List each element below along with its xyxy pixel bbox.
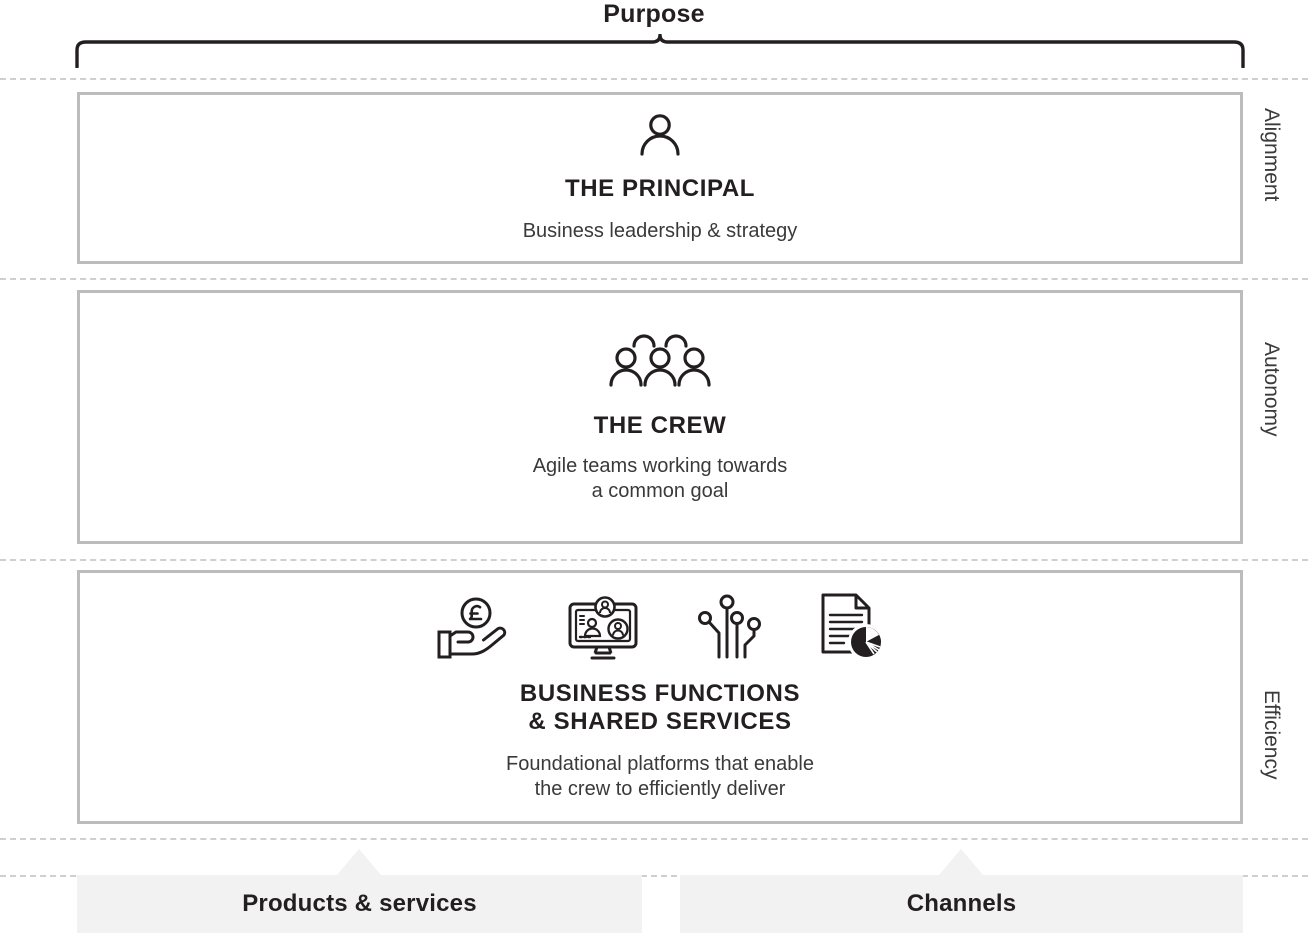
- side-label-alignment-text: Alignment: [1260, 108, 1283, 202]
- layer-business-functions-description-line2: the crew to efficiently deliver: [534, 778, 786, 801]
- layer-crew-title: THE CREW: [593, 411, 727, 439]
- layer-crew-description-line2: a common goal: [591, 480, 729, 503]
- purpose-brace: [70, 34, 1250, 68]
- side-label-efficiency-text: Efficiency: [1260, 690, 1283, 780]
- footer-box-products-services[interactable]: Products & services: [77, 875, 642, 933]
- layer-business-functions-description-line1: Foundational platforms that enable: [506, 753, 814, 776]
- business-functions-icon-row: [436, 592, 885, 660]
- layer-business-functions[interactable]: BUSINESS FUNCTIONS & SHARED SERVICES Fou…: [77, 570, 1243, 824]
- footer-box-channels-label: Channels: [906, 890, 1017, 917]
- arrow-up-channels: [939, 849, 983, 875]
- layer-principal-title: THE PRINCIPAL: [564, 174, 756, 202]
- circuit-board-icon: [696, 594, 762, 660]
- hand-with-pound-coin-icon: [436, 596, 510, 660]
- person-icon: [634, 112, 686, 158]
- people-group-icon: [608, 330, 712, 388]
- side-label-autonomy-text: Autonomy: [1260, 342, 1283, 437]
- divider-dashed-top: [0, 78, 1308, 80]
- divider-dashed-efficiency-bottom: [0, 838, 1308, 840]
- layer-principal-description: Business leadership & strategy: [522, 220, 798, 243]
- layer-business-functions-title-line2: & SHARED SERVICES: [528, 708, 792, 735]
- layer-crew-description: Agile teams working towards a common goa…: [533, 454, 788, 504]
- diagram-canvas: Purpose THE PRINCIPAL Business leadershi…: [0, 0, 1308, 933]
- layer-business-functions-description: Foundational platforms that enable the c…: [506, 752, 814, 802]
- footer-box-products-services-label: Products & services: [242, 890, 477, 917]
- monitor-video-conference-icon: [567, 595, 639, 660]
- footer-box-channels[interactable]: Channels: [680, 875, 1243, 933]
- page-title: Purpose: [603, 0, 705, 28]
- layer-business-functions-title-line1: BUSINESS FUNCTIONS: [519, 679, 801, 707]
- arrow-up-products-services: [337, 849, 381, 875]
- divider-dashed-alignment-autonomy: [0, 278, 1308, 280]
- divider-dashed-autonomy-efficiency: [0, 559, 1308, 561]
- layer-crew[interactable]: THE CREW Agile teams working towards a c…: [77, 290, 1243, 544]
- layer-principal[interactable]: THE PRINCIPAL Business leadership & stra…: [77, 92, 1243, 264]
- layer-crew-description-line1: Agile teams working towards: [532, 455, 788, 478]
- layer-business-functions-title: BUSINESS FUNCTIONS & SHARED SERVICES: [520, 680, 800, 737]
- document-pie-chart-icon: [819, 592, 885, 660]
